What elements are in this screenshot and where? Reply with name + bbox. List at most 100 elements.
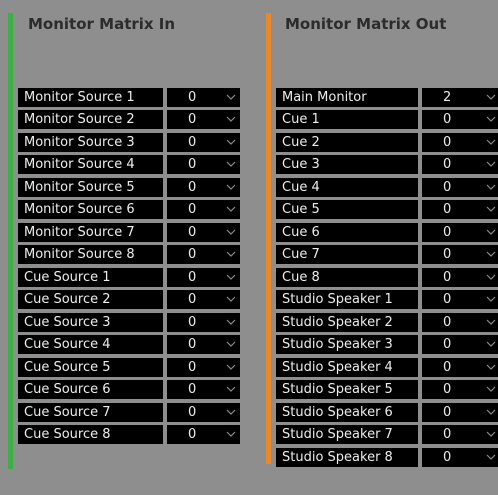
chevron-down-icon[interactable] [225,114,237,124]
out-value-select[interactable]: 0 [422,155,498,175]
out-value-text: 0 [443,404,452,420]
chevron-down-icon[interactable] [485,407,497,417]
chevron-down-icon[interactable] [485,227,497,237]
in-value-select[interactable]: 0 [167,312,240,332]
out-value-select[interactable]: 2 [422,87,498,107]
in-value-select[interactable]: 0 [167,290,240,310]
in-value-text: 0 [188,157,197,173]
out-value-select[interactable]: 0 [422,335,498,355]
chevron-down-icon[interactable] [485,114,497,124]
out-row-label: Studio Speaker 8 [276,447,418,467]
out-row-label: Studio Speaker 5 [276,380,418,400]
in-value-select[interactable]: 0 [167,267,240,287]
in-value-select[interactable]: 0 [167,155,240,175]
chevron-down-icon[interactable] [485,137,497,147]
out-value-text: 2 [443,89,452,105]
out-row: Studio Speaker 1 0 [276,289,498,312]
out-value-select[interactable]: 0 [422,380,498,400]
chevron-down-icon[interactable] [485,92,497,102]
chevron-down-icon[interactable] [225,294,237,304]
in-value-text: 0 [188,314,197,330]
out-accent-bar [266,13,271,464]
out-row: Cue 5 0 [276,199,498,222]
out-value-select[interactable]: 0 [422,110,498,130]
in-value-select[interactable]: 0 [167,425,240,445]
in-value-select[interactable]: 0 [167,245,240,265]
out-value-select[interactable]: 0 [422,425,498,445]
out-value-select[interactable]: 0 [422,132,498,152]
out-row-label: Studio Speaker 6 [276,402,418,422]
chevron-down-icon[interactable] [225,407,237,417]
in-value-text: 0 [188,134,197,150]
chevron-down-icon[interactable] [225,249,237,259]
chevron-down-icon[interactable] [485,339,497,349]
chevron-down-icon[interactable] [485,249,497,259]
out-row: Cue 1 0 [276,109,498,132]
out-value-select[interactable]: 0 [422,245,498,265]
out-row: Studio Speaker 4 0 [276,356,498,379]
out-value-select[interactable]: 0 [422,200,498,220]
in-value-select[interactable]: 0 [167,110,240,130]
chevron-down-icon[interactable] [225,362,237,372]
out-value-text: 0 [443,179,452,195]
in-row-label: Cue Source 3 [18,312,163,332]
out-row: Main Monitor 2 [276,86,498,109]
in-value-select[interactable]: 0 [167,132,240,152]
out-row-label: Studio Speaker 3 [276,335,418,355]
chevron-down-icon[interactable] [485,294,497,304]
out-value-select[interactable]: 0 [422,402,498,422]
out-value-select[interactable]: 0 [422,267,498,287]
out-row: Cue 4 0 [276,176,498,199]
out-row: Studio Speaker 7 0 [276,424,498,447]
in-value-select[interactable]: 0 [167,87,240,107]
in-row-label: Cue Source 8 [18,425,163,445]
in-row: Monitor Source 4 0 [18,154,240,177]
in-value-select[interactable]: 0 [167,177,240,197]
out-value-text: 0 [443,359,452,375]
chevron-down-icon[interactable] [485,452,497,462]
chevron-down-icon[interactable] [225,339,237,349]
in-value-select[interactable]: 0 [167,222,240,242]
chevron-down-icon[interactable] [485,204,497,214]
out-value-select[interactable]: 0 [422,357,498,377]
chevron-down-icon[interactable] [225,204,237,214]
out-value-text: 0 [443,269,452,285]
chevron-down-icon[interactable] [485,182,497,192]
chevron-down-icon[interactable] [485,159,497,169]
in-value-select[interactable]: 0 [167,380,240,400]
chevron-down-icon[interactable] [225,159,237,169]
out-row: Studio Speaker 5 0 [276,379,498,402]
out-row: Studio Speaker 6 0 [276,401,498,424]
in-value-text: 0 [188,247,197,263]
chevron-down-icon[interactable] [225,317,237,327]
out-value-select[interactable]: 0 [422,222,498,242]
in-value-select[interactable]: 0 [167,402,240,422]
chevron-down-icon[interactable] [225,227,237,237]
out-value-select[interactable]: 0 [422,312,498,332]
in-value-select[interactable]: 0 [167,357,240,377]
chevron-down-icon[interactable] [225,137,237,147]
chevron-down-icon[interactable] [225,272,237,282]
chevron-down-icon[interactable] [225,429,237,439]
chevron-down-icon[interactable] [485,272,497,282]
out-value-select[interactable]: 0 [422,177,498,197]
chevron-down-icon[interactable] [485,429,497,439]
in-value-select[interactable]: 0 [167,335,240,355]
in-value-text: 0 [188,404,197,420]
out-row: Studio Speaker 2 0 [276,311,498,334]
out-value-select[interactable]: 0 [422,447,498,467]
chevron-down-icon[interactable] [225,92,237,102]
in-value-select[interactable]: 0 [167,200,240,220]
chevron-down-icon[interactable] [225,384,237,394]
in-value-text: 0 [188,202,197,218]
chevron-down-icon[interactable] [485,317,497,327]
out-rows: Main Monitor 2 Cue 1 0 Cue 2 0 Cue 3 0 Cue 4 0 Cue… [276,86,498,469]
chevron-down-icon[interactable] [485,362,497,372]
chevron-down-icon[interactable] [485,384,497,394]
chevron-down-icon[interactable] [225,182,237,192]
out-value-select[interactable]: 0 [422,290,498,310]
in-row: Monitor Source 2 0 [18,109,240,132]
out-row: Cue 3 0 [276,154,498,177]
in-row: Cue Source 1 0 [18,266,240,289]
in-row-label: Cue Source 1 [18,267,163,287]
